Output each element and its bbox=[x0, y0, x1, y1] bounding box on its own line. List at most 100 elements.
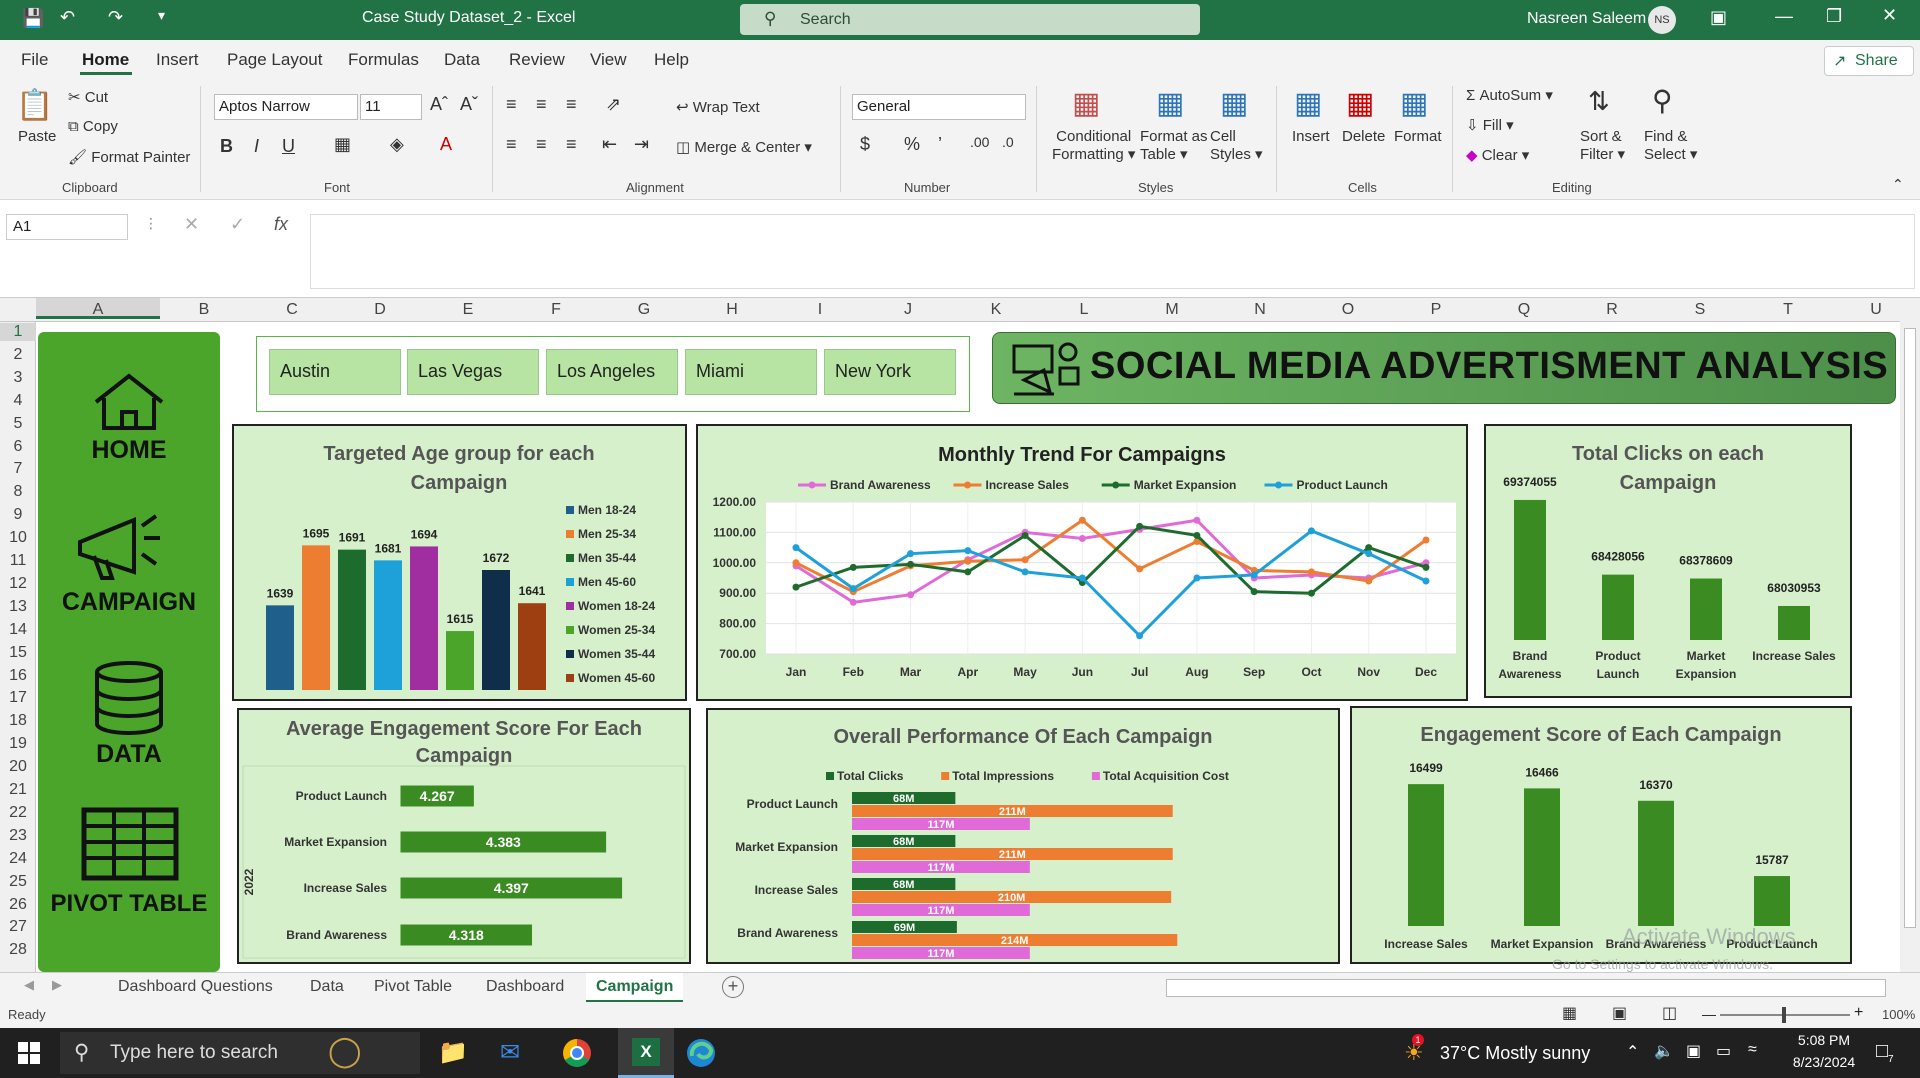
taskbar-search[interactable]: ⚲ Type here to search ◯ bbox=[60, 1032, 420, 1074]
slicer-miami[interactable]: Miami bbox=[685, 349, 817, 395]
decrease-font-icon[interactable]: Aˇ bbox=[460, 94, 478, 115]
decrease-decimal-icon[interactable]: .0 bbox=[1002, 134, 1014, 150]
format-as-table-button[interactable]: Format as Table ▾ bbox=[1140, 128, 1208, 163]
nav-data[interactable]: DATA bbox=[38, 740, 220, 769]
search-box[interactable]: ⚲ Search bbox=[740, 4, 1200, 35]
menu-file[interactable]: File bbox=[21, 50, 48, 70]
slicer-austin[interactable]: Austin bbox=[269, 349, 401, 395]
clear-button[interactable]: ◆ Clear ▾ bbox=[1466, 146, 1529, 164]
fill-button[interactable]: ⇩ Fill ▾ bbox=[1466, 116, 1514, 134]
home-icon[interactable] bbox=[38, 372, 220, 432]
volume-icon[interactable]: 🔈 bbox=[1654, 1041, 1674, 1061]
horizontal-scrollbar[interactable] bbox=[1166, 979, 1886, 997]
bold-icon[interactable]: B bbox=[220, 136, 233, 157]
notifications-icon[interactable]: □ bbox=[1876, 1040, 1888, 1063]
format-cells-button[interactable]: Format bbox=[1394, 128, 1442, 145]
mail-icon[interactable]: ✉ bbox=[500, 1038, 520, 1067]
number-format-select[interactable]: General bbox=[852, 94, 1026, 120]
comma-style-icon[interactable]: ’ bbox=[938, 134, 942, 155]
scroll-thumb[interactable] bbox=[1904, 328, 1916, 928]
format-as-table-icon[interactable]: ▦ bbox=[1156, 86, 1184, 121]
slicer-los-angeles[interactable]: Los Angeles bbox=[546, 349, 678, 395]
chrome-icon[interactable] bbox=[562, 1038, 592, 1068]
page-break-view-icon[interactable]: ◫ bbox=[1662, 1003, 1677, 1023]
save-icon[interactable]: 💾 bbox=[22, 8, 44, 29]
page-layout-view-icon[interactable]: ▣ bbox=[1612, 1003, 1627, 1023]
fill-color-icon[interactable]: ◈ bbox=[390, 134, 404, 155]
ribbon-display-icon[interactable]: ▣ bbox=[1710, 7, 1727, 28]
copy-button[interactable]: ⧉ Copy bbox=[68, 118, 118, 135]
zoom-in-icon[interactable]: + bbox=[1854, 1004, 1863, 1022]
autosum-button[interactable]: Σ AutoSum ▾ bbox=[1466, 86, 1553, 104]
align-center-icon[interactable]: ≡ bbox=[536, 134, 547, 155]
megaphone-icon[interactable] bbox=[38, 508, 220, 584]
table-icon[interactable] bbox=[38, 806, 220, 882]
add-sheet-icon[interactable]: + bbox=[722, 976, 744, 998]
tab-campaign[interactable]: Campaign bbox=[586, 973, 684, 1003]
tab-dashboard[interactable]: Dashboard bbox=[486, 978, 564, 996]
edge-icon[interactable] bbox=[686, 1038, 716, 1068]
zoom-level[interactable]: 100% bbox=[1882, 1007, 1915, 1022]
cut-button[interactable]: ✂ Cut bbox=[68, 88, 108, 106]
merge-center-button[interactable]: ◫ Merge & Center ▾ bbox=[676, 138, 812, 156]
close-icon[interactable]: ✕ bbox=[1882, 5, 1897, 26]
next-sheet-icon[interactable]: ▶ bbox=[52, 977, 62, 993]
font-size-select[interactable]: 11 bbox=[360, 94, 422, 120]
undo-icon[interactable]: ↶ bbox=[60, 7, 75, 28]
delete-cells-button[interactable]: Delete bbox=[1342, 128, 1385, 145]
name-box[interactable]: A1 bbox=[6, 214, 128, 240]
enter-icon[interactable]: ✓ bbox=[230, 214, 245, 235]
windows-start-icon[interactable] bbox=[18, 1042, 40, 1064]
format-painter-button[interactable]: 🖌 Format Painter bbox=[68, 148, 190, 166]
format-cells-icon[interactable]: ▦ bbox=[1400, 86, 1428, 121]
clock-time[interactable]: 5:08 PM bbox=[1784, 1032, 1864, 1048]
zoom-out-icon[interactable]: — bbox=[1702, 1006, 1716, 1022]
underline-icon[interactable]: U bbox=[282, 136, 295, 157]
menu-page-layout[interactable]: Page Layout bbox=[227, 50, 322, 70]
tab-pivot-table[interactable]: Pivot Table bbox=[374, 978, 452, 996]
menu-review[interactable]: Review bbox=[509, 50, 565, 70]
menu-data[interactable]: Data bbox=[444, 50, 480, 70]
cancel-icon[interactable]: ✕ bbox=[184, 214, 199, 235]
conditional-formatting-button[interactable]: Conditional Formatting ▾ bbox=[1052, 128, 1135, 163]
redo-icon[interactable]: ↷ bbox=[108, 7, 123, 28]
minimize-icon[interactable]: — bbox=[1775, 6, 1793, 27]
find-select-icon[interactable]: ⚲ bbox=[1652, 84, 1673, 117]
delete-cells-icon[interactable]: ▦ bbox=[1346, 86, 1374, 121]
slicer-new-york[interactable]: New York bbox=[824, 349, 956, 395]
sort-filter-icon[interactable]: ⇅ bbox=[1588, 86, 1610, 117]
italic-icon[interactable]: I bbox=[254, 136, 259, 157]
orientation-icon[interactable]: ⇗ bbox=[606, 94, 621, 115]
increase-decimal-icon[interactable]: .00 bbox=[970, 134, 989, 150]
paste-button[interactable]: Paste bbox=[18, 128, 56, 145]
network-icon[interactable]: ▣ bbox=[1686, 1041, 1701, 1061]
align-middle-icon[interactable]: ≡ bbox=[536, 94, 547, 115]
prev-sheet-icon[interactable]: ◀ bbox=[24, 977, 34, 993]
normal-view-icon[interactable]: ▦ bbox=[1562, 1003, 1577, 1023]
menu-help[interactable]: Help bbox=[654, 50, 689, 70]
borders-icon[interactable]: ▦ bbox=[334, 134, 351, 155]
paste-icon[interactable]: 📋 bbox=[16, 88, 53, 123]
restore-icon[interactable]: ❐ bbox=[1826, 6, 1842, 27]
insert-cells-button[interactable]: Insert bbox=[1292, 128, 1330, 145]
currency-icon[interactable]: $ bbox=[860, 134, 870, 155]
insert-cells-icon[interactable]: ▦ bbox=[1294, 86, 1322, 121]
zoom-slider-thumb[interactable] bbox=[1782, 1007, 1786, 1023]
align-right-icon[interactable]: ≡ bbox=[566, 134, 577, 155]
cell-styles-icon[interactable]: ▦ bbox=[1220, 86, 1248, 121]
align-top-icon[interactable]: ≡ bbox=[506, 94, 517, 115]
weather-text[interactable]: 37°C Mostly sunny bbox=[1440, 1043, 1590, 1064]
database-icon[interactable] bbox=[38, 660, 220, 736]
tray-expand-icon[interactable]: ⌃ bbox=[1626, 1042, 1639, 1062]
tab-data[interactable]: Data bbox=[310, 978, 344, 996]
collapse-ribbon-icon[interactable]: ⌃ bbox=[1892, 176, 1904, 193]
align-left-icon[interactable]: ≡ bbox=[506, 134, 517, 155]
tab-dashboard-questions[interactable]: Dashboard Questions bbox=[118, 978, 273, 996]
customize-toolbar-icon[interactable]: ▾ bbox=[158, 7, 165, 24]
formula-input[interactable] bbox=[310, 214, 1915, 289]
nav-home[interactable]: HOME bbox=[38, 436, 220, 465]
menu-home[interactable]: Home bbox=[82, 50, 129, 70]
battery-icon[interactable]: ▭ bbox=[1716, 1041, 1731, 1061]
file-explorer-icon[interactable]: 📁 bbox=[438, 1038, 468, 1067]
menu-view[interactable]: View bbox=[590, 50, 627, 70]
